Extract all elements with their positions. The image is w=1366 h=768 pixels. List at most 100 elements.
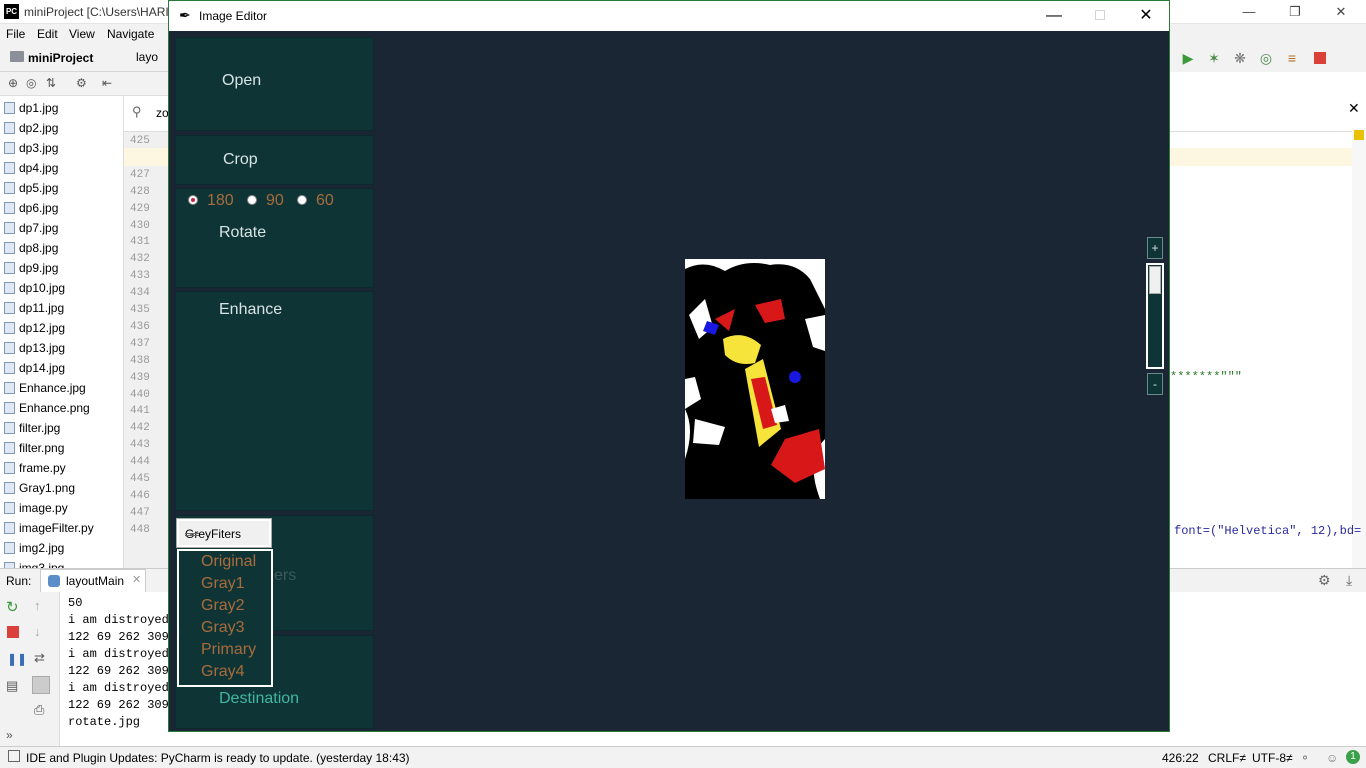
up-icon[interactable]: ↑ — [34, 598, 41, 613]
error-stripe[interactable] — [1352, 128, 1366, 568]
gear-icon[interactable]: ⚙ — [76, 76, 87, 90]
menu-option-gray3[interactable]: Gray3 — [201, 619, 245, 637]
file-item[interactable]: frame.py — [4, 458, 66, 478]
file-item[interactable]: dp7.jpg — [4, 218, 58, 238]
open-panel[interactable]: Open — [175, 37, 374, 131]
notification-badge[interactable]: 1 — [1346, 750, 1360, 764]
file-item[interactable]: dp1.jpg — [4, 98, 58, 118]
enhance-button[interactable]: Enhance — [219, 301, 282, 319]
stop-icon[interactable] — [1314, 52, 1326, 64]
concurrency-icon[interactable]: ≡ — [1284, 50, 1300, 66]
file-item[interactable]: img2.jpg — [4, 538, 64, 558]
file-item[interactable]: Gray1.png — [4, 478, 75, 498]
file-item[interactable]: dp5.jpg — [4, 178, 58, 198]
enhance-panel[interactable]: Enhance — [175, 291, 374, 511]
file-item[interactable]: dp2.jpg — [4, 118, 58, 138]
stop-icon[interactable] — [7, 626, 19, 638]
line-separator[interactable]: CRLF≠ — [1208, 751, 1246, 765]
zoom-slider-thumb[interactable] — [1149, 266, 1161, 294]
radio-label-90[interactable]: 90 — [266, 192, 284, 210]
locate-icon[interactable]: ◎ — [26, 76, 36, 90]
destination-button[interactable]: Destination — [219, 690, 299, 708]
pause-icon[interactable]: ❚❚ — [7, 652, 27, 666]
inspector-icon[interactable]: ☺ — [1326, 751, 1338, 765]
close-button[interactable]: ✕ — [1318, 0, 1364, 24]
file-item[interactable]: dp6.jpg — [4, 198, 58, 218]
breadcrumb-project[interactable]: miniProject — [28, 51, 93, 65]
radio-label-180[interactable]: 180 — [207, 192, 234, 210]
file-item[interactable]: imageFilter.py — [4, 518, 94, 538]
profile-icon[interactable]: ◎ — [1258, 50, 1274, 66]
run-tab-label[interactable]: layoutMain — [66, 574, 124, 588]
zoom-slider[interactable] — [1146, 263, 1164, 369]
menu-option-gray1[interactable]: Gray1 — [201, 575, 245, 593]
down-icon[interactable]: ↓ — [34, 624, 41, 639]
code-fragment: font=("Helvetica", 12),bd= — [1174, 524, 1362, 538]
rerun-icon[interactable]: ↻ — [6, 598, 19, 616]
crop-panel[interactable]: Crop — [175, 135, 374, 185]
radio-180[interactable] — [188, 195, 198, 205]
file-item[interactable]: Enhance.jpg — [4, 378, 86, 398]
file-item[interactable]: filter.jpg — [4, 418, 60, 438]
open-button[interactable]: Open — [222, 72, 261, 90]
debug-icon[interactable]: ✶ — [1206, 50, 1222, 66]
minimize-button[interactable]: — — [1031, 1, 1077, 31]
file-item[interactable]: filter.png — [4, 438, 64, 458]
maximize-button[interactable]: □ — [1077, 1, 1123, 31]
editor-tab-partial[interactable]: layo — [136, 50, 158, 64]
minimize-button[interactable]: — — [1226, 0, 1272, 24]
more-icon[interactable]: » — [6, 728, 13, 742]
wrap-icon[interactable]: ⇄ — [34, 650, 45, 666]
coverage-icon[interactable]: ❋ — [1232, 50, 1248, 66]
run-icon[interactable]: ▶ — [1180, 50, 1196, 66]
crop-button[interactable]: Crop — [223, 151, 258, 169]
warning-indicator[interactable] — [1354, 130, 1364, 140]
zoom-in-button[interactable]: + — [1147, 237, 1163, 259]
search-input[interactable]: zo — [156, 106, 169, 120]
file-item[interactable]: dp3.jpg — [4, 138, 58, 158]
file-item[interactable]: img3.jpg — [4, 558, 64, 568]
file-item[interactable]: Enhance.png — [4, 398, 90, 418]
rotate-button[interactable]: Rotate — [219, 224, 266, 242]
radio-60[interactable] — [297, 195, 307, 205]
menu-option-gray2[interactable]: Gray2 — [201, 597, 245, 615]
scope-icon[interactable]: ⊕ — [8, 76, 18, 90]
gear-icon[interactable]: ⚙ — [1318, 572, 1331, 589]
menu-file[interactable]: File — [6, 27, 25, 41]
file-item[interactable]: dp11.jpg — [4, 298, 64, 318]
menu-navigate[interactable]: Navigate — [107, 27, 154, 41]
close-tab-icon[interactable]: ✕ — [132, 573, 141, 586]
grey-filters-dropdown[interactable]: GreyFiters — [176, 518, 272, 548]
restore-button[interactable]: ❐ — [1272, 0, 1318, 24]
file-item[interactable]: dp10.jpg — [4, 278, 65, 298]
radio-label-60[interactable]: 60 — [316, 192, 334, 210]
file-item[interactable]: dp9.jpg — [4, 258, 58, 278]
menu-option-primary[interactable]: Primary — [201, 641, 256, 659]
menu-option-original[interactable]: Original — [201, 553, 256, 571]
file-item[interactable]: dp13.jpg — [4, 338, 65, 358]
file-item[interactable]: image.py — [4, 498, 68, 518]
console-line: rotate.jpg — [68, 715, 141, 729]
status-message[interactable]: IDE and Plugin Updates: PyCharm is ready… — [26, 751, 410, 765]
file-encoding[interactable]: UTF-8≠ — [1252, 751, 1293, 765]
menu-view[interactable]: View — [69, 27, 95, 41]
file-item[interactable]: dp12.jpg — [4, 318, 65, 338]
file-item[interactable]: dp14.jpg — [4, 358, 65, 378]
lock-icon[interactable]: ⚬ — [1300, 751, 1310, 765]
close-button[interactable]: ✕ — [1123, 1, 1169, 31]
file-item[interactable]: dp8.jpg — [4, 238, 58, 258]
menu-edit[interactable]: Edit — [37, 27, 58, 41]
radio-90[interactable] — [247, 195, 257, 205]
hide-panel-icon[interactable]: ⤓ — [1346, 572, 1352, 589]
print-icon[interactable]: ⎙ — [34, 702, 44, 718]
collapse-icon[interactable]: ⇅ — [46, 76, 56, 90]
layout-icon[interactable]: ▤ — [6, 678, 18, 694]
scroll-to-end-icon[interactable] — [32, 676, 50, 694]
panel-toggle-icon[interactable] — [8, 750, 20, 762]
menu-option-gray4[interactable]: Gray4 — [201, 663, 245, 681]
zoom-out-button[interactable]: - — [1147, 373, 1163, 395]
cursor-position[interactable]: 426:22 — [1162, 751, 1199, 765]
hide-icon[interactable]: ⇤ — [102, 76, 112, 90]
close-search-icon[interactable]: ✕ — [1348, 100, 1360, 117]
file-item[interactable]: dp4.jpg — [4, 158, 58, 178]
